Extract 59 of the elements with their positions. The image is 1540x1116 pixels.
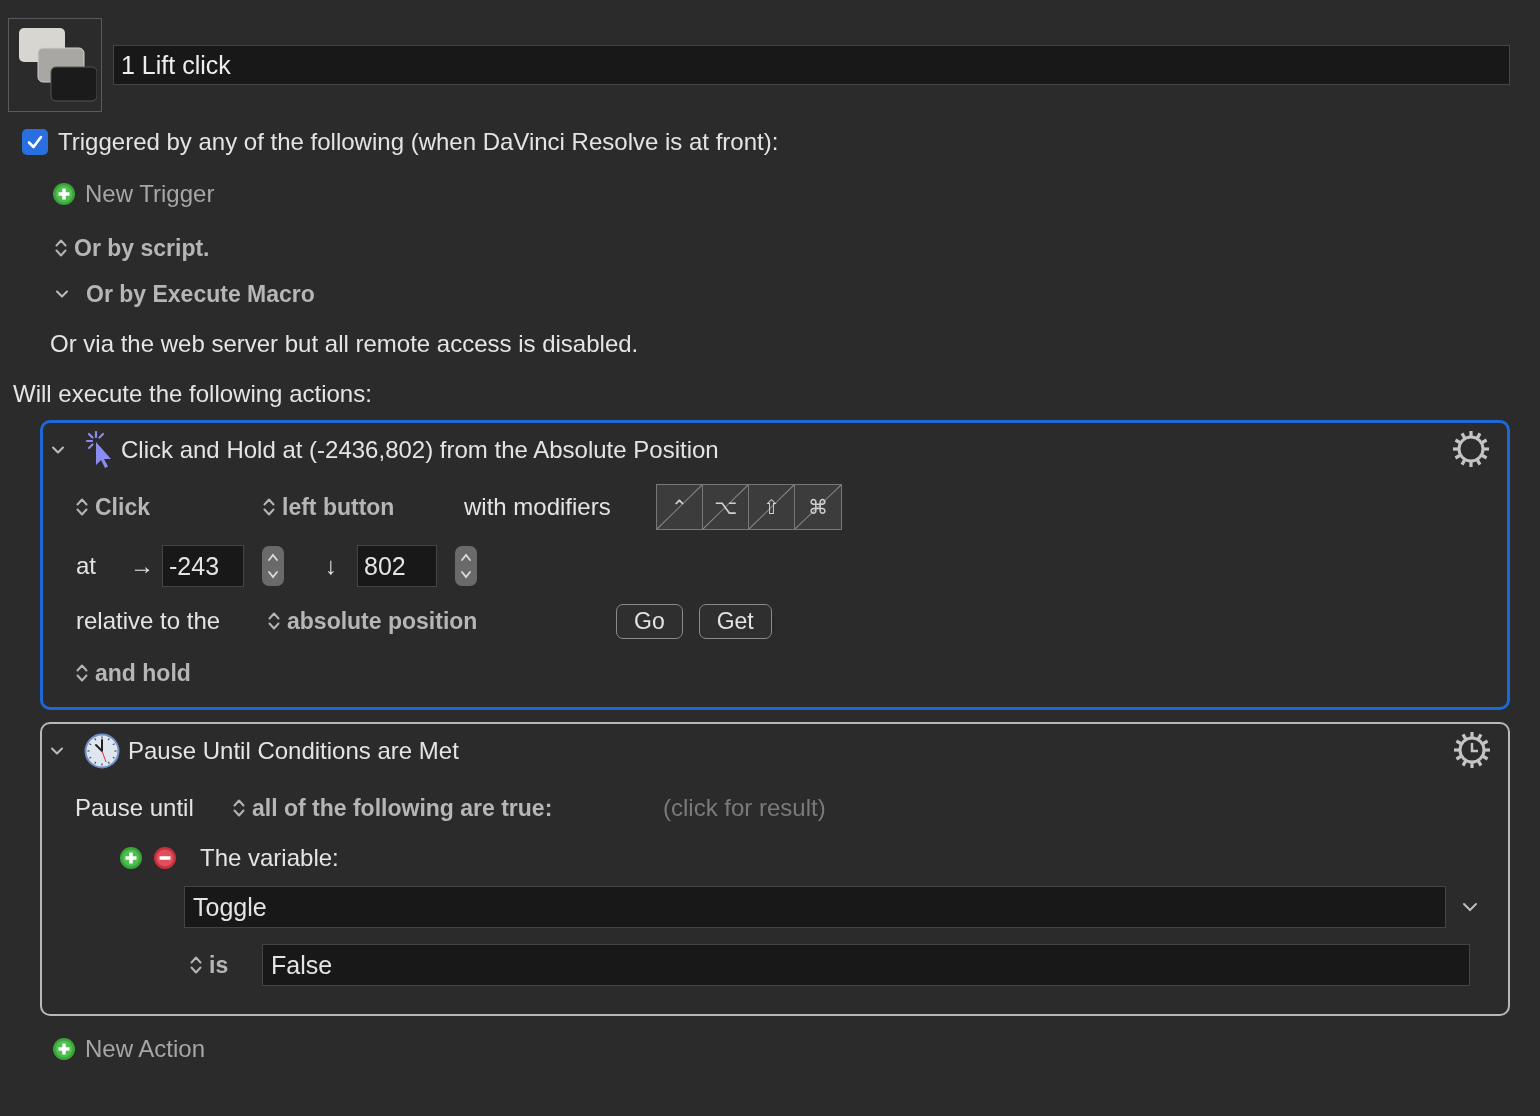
modifier-key[interactable]: ⌃ bbox=[657, 485, 703, 529]
clock-icon bbox=[84, 733, 120, 769]
macro-name-field[interactable]: 1 Lift click bbox=[113, 45, 1510, 85]
popup-chevron-icon bbox=[76, 497, 88, 517]
action-card[interactable]: Click and Hold at (-2436,802) from the Absolute Position Click left button with modifiers ⌃ ⌥ ⇧ ⌘ at → -243 ↓ 802 relative to the absolute position Go Get and hold bbox=[40, 420, 1510, 710]
actions-heading: Will execute the following actions: bbox=[13, 380, 372, 408]
at-label: at bbox=[76, 552, 97, 580]
disclosure-chevron-icon[interactable] bbox=[51, 445, 65, 455]
arrow-label: ↓ bbox=[325, 552, 338, 580]
remove-icon[interactable] bbox=[153, 846, 177, 870]
checkmark-icon bbox=[26, 133, 44, 151]
mouse-button-popup[interactable]: left button bbox=[263, 493, 464, 521]
operator-popup[interactable]: is bbox=[190, 951, 262, 979]
action-title: Pause Until Conditions are Met bbox=[128, 737, 459, 765]
value-field[interactable]: False bbox=[262, 944, 1470, 986]
macro-icon[interactable] bbox=[8, 18, 102, 112]
add-icon[interactable] bbox=[52, 182, 76, 206]
popup-chevron-icon bbox=[233, 798, 245, 818]
script-trigger-popup[interactable]: Or by script. bbox=[55, 234, 210, 262]
get-button[interactable]: Get bbox=[698, 603, 772, 639]
modifier-key[interactable]: ⇧ bbox=[749, 485, 795, 529]
stepper-icon[interactable] bbox=[455, 546, 477, 586]
cursor-click-icon bbox=[85, 431, 113, 469]
new-trigger-link[interactable]: New Trigger bbox=[52, 180, 215, 208]
variable-field[interactable]: Toggle bbox=[184, 886, 1446, 928]
dropdown-chevron-icon[interactable] bbox=[1462, 902, 1478, 912]
pause-until-label: Pause until bbox=[75, 794, 195, 822]
popup-chevron-icon bbox=[268, 611, 280, 631]
popup-chevron-icon bbox=[190, 955, 202, 975]
gear-clock-icon[interactable] bbox=[1452, 730, 1492, 770]
settings-icon[interactable] bbox=[1451, 429, 1491, 469]
disclosure-chevron-icon[interactable] bbox=[50, 746, 64, 756]
new-action-link[interactable]: New Action bbox=[52, 1035, 206, 1063]
stepper-icon[interactable] bbox=[262, 546, 284, 586]
click-type-popup[interactable]: Click bbox=[76, 493, 263, 521]
condition-label: The variable: bbox=[200, 844, 339, 872]
action-card[interactable]: Pause Until Conditions are Met Pause until all of the following are true: (click for result) The variable: Toggle is False bbox=[40, 722, 1510, 1016]
popup-chevron-icon bbox=[76, 663, 88, 683]
add-icon[interactable] bbox=[119, 846, 143, 870]
y-coordinate-field[interactable]: 802 bbox=[357, 545, 437, 587]
popup-chevron-icon bbox=[55, 238, 67, 258]
condition-mode-popup[interactable]: all of the following are true: bbox=[233, 794, 663, 822]
relative-position-popup[interactable]: absolute position bbox=[268, 607, 616, 635]
arrow-label: → bbox=[130, 552, 155, 580]
modifiers-label: with modifiers bbox=[464, 493, 612, 521]
hold-popup[interactable]: and hold bbox=[76, 659, 191, 687]
disclosure-chevron-icon[interactable] bbox=[55, 289, 69, 299]
web-server-note: Or via the web server but all remote access is disabled. bbox=[50, 330, 639, 358]
relative-label: relative to the bbox=[76, 607, 222, 635]
add-icon[interactable] bbox=[52, 1037, 76, 1061]
popup-chevron-icon bbox=[263, 497, 275, 517]
trigger-checkbox[interactable] bbox=[22, 129, 48, 155]
modifier-key[interactable]: ⌥ bbox=[703, 485, 749, 529]
trigger-label: Triggered by any of the following (when DaVinci Resolve is at front): bbox=[58, 128, 779, 156]
modifier-key[interactable]: ⌘ bbox=[795, 485, 841, 529]
x-coordinate-field[interactable]: -243 bbox=[162, 545, 244, 587]
go-button[interactable]: Go bbox=[616, 603, 683, 639]
execute-macro-disclosure[interactable]: Or by Execute Macro bbox=[55, 280, 315, 308]
action-title: Click and Hold at (-2436,802) from the Absolute Position bbox=[121, 436, 719, 464]
